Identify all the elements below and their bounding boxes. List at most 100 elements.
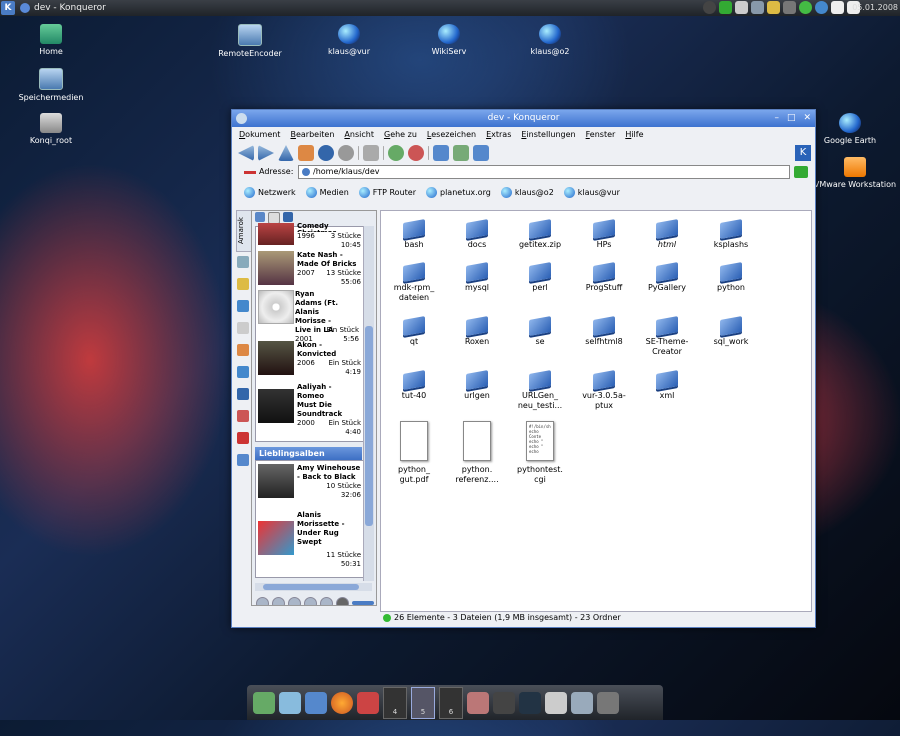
dock-image-icon[interactable] xyxy=(571,691,593,714)
menu-hilfe[interactable]: Hilfe xyxy=(625,127,643,142)
tray-icon[interactable] xyxy=(783,1,796,14)
sidebar-tab-history[interactable] xyxy=(237,278,249,290)
minimize-icon[interactable]: – xyxy=(774,110,779,127)
menu-ansicht[interactable]: Ansicht xyxy=(344,127,374,142)
sidebar-hscrollbar[interactable] xyxy=(255,583,372,591)
dock-desktop-icon[interactable] xyxy=(253,691,275,714)
desktop-icon-google-earth[interactable]: Google Earth xyxy=(810,113,890,145)
menu-gehe-zu[interactable]: Gehe zu xyxy=(384,127,417,142)
pause-icon[interactable] xyxy=(288,596,301,605)
bookmark-ftp-router[interactable]: FTP Router xyxy=(358,186,416,198)
file-item[interactable]: #!/bin/sh echo Conte echo " echo " echo pyth… xyxy=(512,421,568,485)
dock-files-icon[interactable] xyxy=(279,691,301,714)
sidebar-tab-services[interactable] xyxy=(237,388,249,400)
file-item[interactable]: se xyxy=(512,315,568,347)
file-item[interactable]: HPs xyxy=(576,218,632,250)
zoom-out-icon[interactable] xyxy=(408,145,424,161)
view-mode-icon[interactable] xyxy=(433,145,449,161)
sidebar-scrollbar[interactable] xyxy=(363,226,374,581)
taskbar-item-konqueror[interactable]: dev - Konqueror xyxy=(20,0,106,16)
file-item[interactable]: tut-40 xyxy=(386,369,442,401)
tray-icon[interactable] xyxy=(831,1,844,14)
sidebar-tab-root[interactable] xyxy=(237,410,249,422)
sidebar-tab-home[interactable] xyxy=(237,300,249,312)
menu-fenster[interactable]: Fenster xyxy=(586,127,616,142)
sidebar-tool-icon[interactable] xyxy=(283,212,293,222)
window-menu-icon[interactable] xyxy=(236,113,247,124)
dock-cube-icon[interactable] xyxy=(467,691,489,714)
bookmark-klaus-o2[interactable]: klaus@o2 xyxy=(500,186,554,198)
album-item[interactable]: Comedy Christmas 1996 3 Stücke 10:45 xyxy=(258,223,361,251)
sidebar-tab-red[interactable] xyxy=(237,432,249,444)
clear-address-icon[interactable] xyxy=(244,171,256,174)
dock-usb-icon[interactable] xyxy=(545,691,567,714)
desktop-icon-klaus-o2[interactable]: klaus@o2 xyxy=(510,24,590,56)
go-icon[interactable] xyxy=(794,166,808,178)
stop-icon[interactable] xyxy=(304,596,317,605)
scrollbar-thumb[interactable] xyxy=(365,326,373,526)
file-item[interactable]: mysql xyxy=(449,261,505,293)
menu-lesezeichen[interactable]: Lesezeichen xyxy=(427,127,476,142)
bookmark-planetux[interactable]: planetux.org xyxy=(426,186,491,198)
desktop-pager-6[interactable]: 6 xyxy=(439,686,463,719)
file-item[interactable]: perl xyxy=(512,261,568,293)
bookmark-klaus-vur[interactable]: klaus@vur xyxy=(563,186,620,198)
menu-dokument[interactable]: Dokument xyxy=(239,127,280,142)
tray-icon[interactable] xyxy=(799,1,812,14)
tray-icon[interactable] xyxy=(767,1,780,14)
file-item[interactable]: bash xyxy=(386,218,442,250)
file-item-symlink[interactable]: html xyxy=(639,218,695,250)
kde-menu-button[interactable]: K xyxy=(1,1,15,15)
menu-extras[interactable]: Extras xyxy=(486,127,511,142)
desktop-icon-vmware[interactable]: VMware Workstation xyxy=(810,157,900,189)
desktop-icon-remoteencoder[interactable]: RemoteEncoder xyxy=(210,24,290,58)
file-item[interactable]: urlgen xyxy=(449,369,505,401)
forward-icon[interactable] xyxy=(258,145,274,161)
desktop-icon-klaus-vur[interactable]: klaus@vur xyxy=(309,24,389,56)
dock-terminal-split-icon[interactable] xyxy=(493,691,515,714)
file-item[interactable]: python_ gut.pdf xyxy=(386,421,442,485)
tray-icon[interactable] xyxy=(751,1,764,14)
dock-tools-icon[interactable] xyxy=(357,691,379,714)
tray-icon[interactable] xyxy=(719,1,732,14)
mute-icon[interactable] xyxy=(336,596,349,605)
file-item[interactable]: xml xyxy=(639,369,695,401)
file-item[interactable]: Roxen xyxy=(449,315,505,347)
desktop-icon-konqi-root[interactable]: Konqi_root xyxy=(11,113,91,145)
file-item[interactable]: python. referenz.... xyxy=(449,421,505,485)
volume-slider[interactable] xyxy=(352,601,374,605)
file-item[interactable]: SE-Theme- Creator xyxy=(639,315,695,357)
menu-einstellungen[interactable]: Einstellungen xyxy=(521,127,575,142)
up-icon[interactable] xyxy=(278,145,294,161)
dock-firefox-icon[interactable] xyxy=(331,691,353,714)
print-icon[interactable] xyxy=(363,145,379,161)
previous-icon[interactable] xyxy=(256,596,269,605)
file-item[interactable]: selfhtml8 xyxy=(576,315,632,347)
file-item[interactable]: PyGallery xyxy=(639,261,695,293)
sort-icon[interactable] xyxy=(453,145,469,161)
sidebar-tool-icon[interactable] xyxy=(255,212,265,222)
back-icon[interactable] xyxy=(238,145,254,161)
desktop-icon-wikiserv[interactable]: WikiServ xyxy=(409,24,489,56)
file-item[interactable]: python xyxy=(703,261,759,293)
close-icon[interactable]: ✕ xyxy=(803,110,811,127)
sidebar-tab-web[interactable] xyxy=(237,454,249,466)
play-icon[interactable] xyxy=(272,596,285,605)
stop-icon[interactable] xyxy=(338,145,354,161)
bookmark-medien[interactable]: Medien xyxy=(305,186,349,198)
file-item[interactable]: mdk-rpm_ dateien xyxy=(386,261,442,303)
desktop-icon-home[interactable]: Home xyxy=(11,24,91,56)
desktop-icon-speichermedien[interactable]: Speichermedien xyxy=(11,68,91,102)
next-icon[interactable] xyxy=(320,596,333,605)
desktop-pager-4[interactable]: 4 xyxy=(383,686,407,719)
dock-app-icon[interactable] xyxy=(305,691,327,714)
window-titlebar[interactable]: dev - Konqueror – □ ✕ xyxy=(232,110,815,127)
file-item[interactable]: ksplashs xyxy=(703,218,759,250)
dock-terminal-icon[interactable] xyxy=(519,691,541,714)
menu-bearbeiten[interactable]: Bearbeiten xyxy=(290,127,334,142)
zoom-in-icon[interactable] xyxy=(388,145,404,161)
file-item[interactable]: qt xyxy=(386,315,442,347)
desktop-pager-5[interactable]: 5 xyxy=(411,686,435,719)
tray-icon[interactable] xyxy=(815,1,828,14)
tray-icon[interactable] xyxy=(703,1,716,14)
